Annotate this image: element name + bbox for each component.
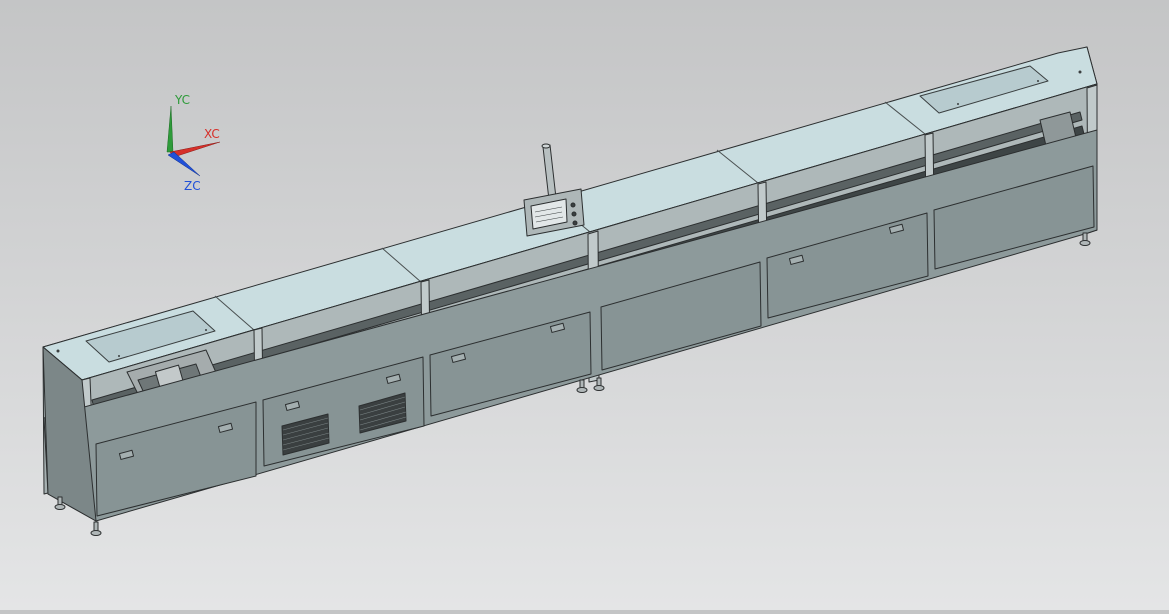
pendant-button-2 xyxy=(571,211,577,217)
pendant-arm xyxy=(542,144,557,201)
machine-model[interactable] xyxy=(42,46,1098,536)
x-axis-label: XC xyxy=(204,127,220,141)
z-axis-label: ZC xyxy=(184,179,201,193)
pendant-button-3 xyxy=(572,220,578,226)
model-canvas[interactable]: YC XC ZC xyxy=(0,0,1169,610)
y-axis-arrow xyxy=(166,105,174,153)
control-pendant-icon[interactable] xyxy=(523,143,585,237)
cad-viewport[interactable]: YC XC ZC xyxy=(0,0,1169,610)
y-axis-label: YC xyxy=(174,93,190,107)
foot-3 xyxy=(576,379,588,393)
x-axis-arrow xyxy=(169,141,221,158)
pendant-button-1 xyxy=(570,202,576,208)
z-axis-arrow xyxy=(167,151,201,177)
coordinate-triad-icon: YC XC ZC xyxy=(166,93,221,193)
foot-2 xyxy=(90,521,102,536)
